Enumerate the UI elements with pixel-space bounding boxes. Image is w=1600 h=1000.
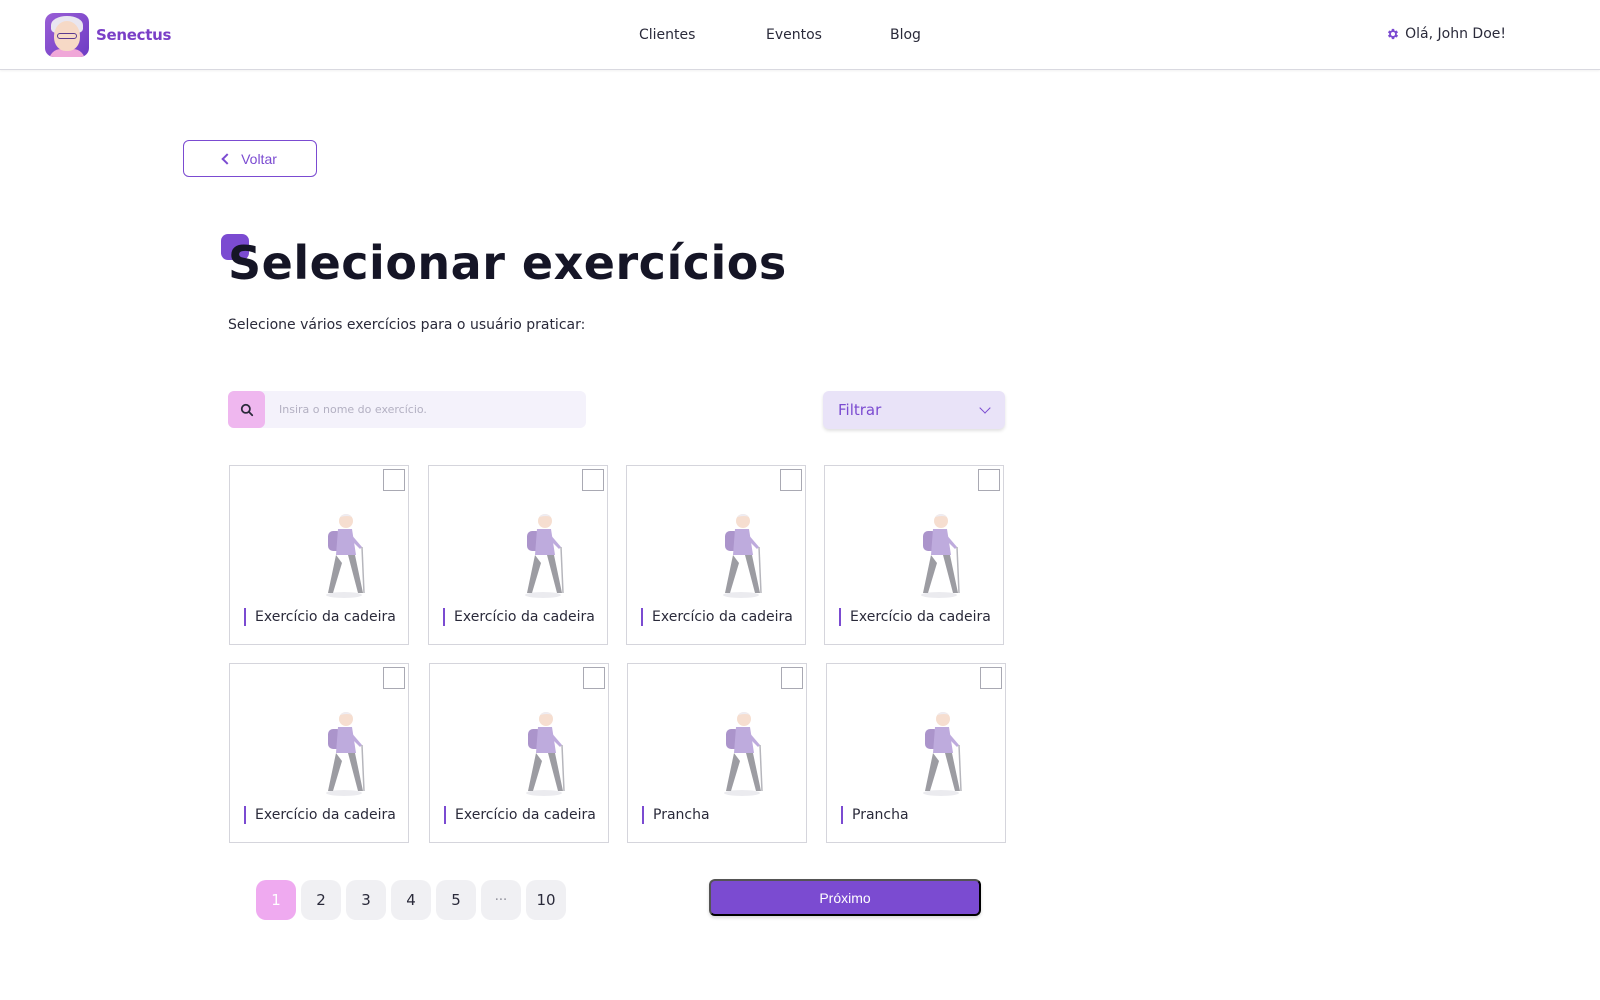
exercise-card-label: Exercício da cadeira [244,806,396,824]
card-checkbox[interactable] [781,667,803,689]
user-menu[interactable]: Olá, John Doe! [1386,26,1506,42]
nav-eventos-link[interactable]: Eventos [766,27,822,43]
exercise-figure-icon [723,514,762,598]
card-checkbox[interactable] [582,469,604,491]
filter-label: Filtrar [838,401,882,419]
page-button[interactable]: 2 [301,880,341,920]
search-bar [228,391,586,428]
exercise-card[interactable]: Prancha [627,663,807,843]
page-button[interactable]: 4 [391,880,431,920]
card-checkbox[interactable] [780,469,802,491]
exercise-figure-icon [326,712,365,796]
search-icon [240,403,253,416]
exercise-card[interactable]: Prancha [826,663,1006,843]
brand-name: Senectus [96,26,172,44]
back-button-label: Voltar [241,150,277,167]
exercise-card[interactable]: Exercício da cadeira [428,465,608,645]
nav-clientes-link[interactable]: Clientes [639,27,695,43]
top-bar: Senectus Clientes Eventos Blog Olá, John… [0,0,1600,70]
chevron-down-icon [979,402,991,414]
filter-dropdown[interactable]: Filtrar [823,391,1005,429]
back-button[interactable]: Voltar [183,140,317,177]
exercise-card[interactable]: Exercício da cadeira [229,465,409,645]
page-title: Selecionar exercícios [228,236,787,290]
exercise-figure-icon [923,712,962,796]
page-subtitle: Selecione vários exercícios para o usuár… [228,317,586,333]
page-button[interactable]: 3 [346,880,386,920]
card-checkbox[interactable] [383,469,405,491]
exercise-card-label: Prancha [841,806,909,824]
exercise-figure-icon [526,712,565,796]
card-checkbox[interactable] [383,667,405,689]
exercise-card-label: Exercício da cadeira [444,806,596,824]
page-button[interactable]: 5 [436,880,476,920]
logo-avatar-icon [45,13,89,57]
exercise-card-label: Prancha [642,806,710,824]
page-button[interactable]: 1 [256,880,296,920]
exercise-figure-icon [525,514,564,598]
user-greeting: Olá, John Doe! [1405,26,1506,42]
card-checkbox[interactable] [978,469,1000,491]
exercise-card[interactable]: Exercício da cadeira [824,465,1004,645]
exercise-card-label: Exercício da cadeira [244,608,396,626]
page-ellipsis[interactable]: ··· [481,880,521,920]
search-button[interactable] [228,391,265,428]
exercise-figure-icon [326,514,365,598]
exercise-card-label: Exercício da cadeira [839,608,991,626]
exercise-card[interactable]: Exercício da cadeira [429,663,609,843]
exercise-figure-icon [724,712,763,796]
exercise-card[interactable]: Exercício da cadeira [626,465,806,645]
chevron-left-icon [221,153,233,165]
card-checkbox[interactable] [583,667,605,689]
card-checkbox[interactable] [980,667,1002,689]
nav-blog-link[interactable]: Blog [890,27,921,43]
exercise-card-label: Exercício da cadeira [443,608,595,626]
search-input[interactable] [279,403,579,416]
page-button[interactable]: 10 [526,880,566,920]
next-button[interactable]: Próximo [709,879,981,916]
gear-icon [1388,28,1399,40]
exercise-card[interactable]: Exercício da cadeira [229,663,409,843]
exercise-figure-icon [921,514,960,598]
exercise-card-label: Exercício da cadeira [641,608,793,626]
brand-logo[interactable]: Senectus [45,13,171,57]
pagination: 1 2 3 4 5 ··· 10 [256,880,566,920]
